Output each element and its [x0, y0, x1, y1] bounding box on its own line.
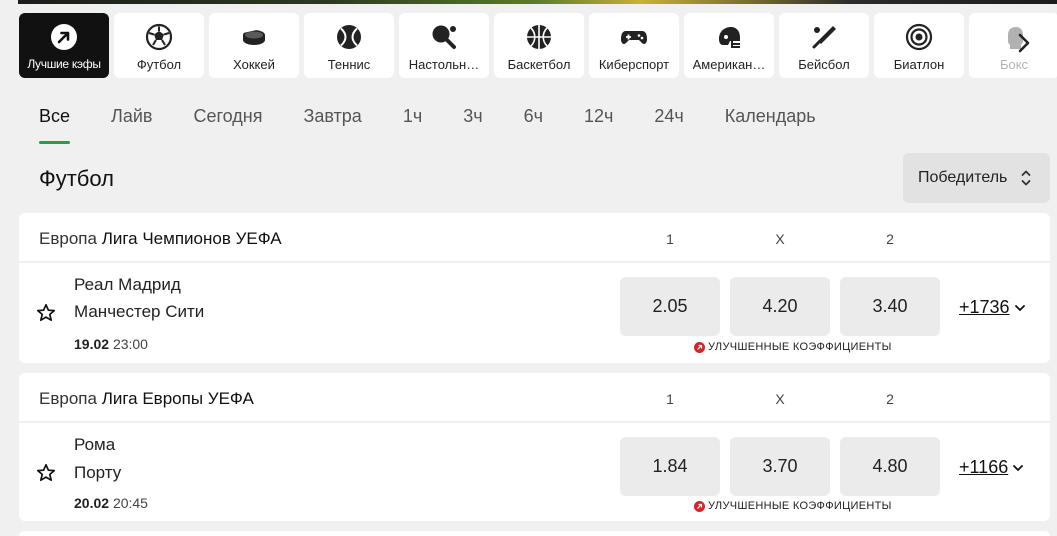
sport-label: Биатлон: [893, 57, 945, 72]
column-header-2: 2: [886, 231, 894, 247]
sport-label: Бейсбол: [798, 57, 850, 72]
column-header-2: 2: [886, 391, 894, 407]
sport-label: Киберспорт: [598, 57, 670, 72]
event-date: 20.02: [74, 495, 110, 511]
promo-banner-edge[interactable]: [18, 0, 1057, 4]
boost-label: УЛУЧШЕННЫЕ КОЭФФИЦИЕНТЫ: [708, 341, 892, 353]
sport-label: Баскетбол: [507, 57, 571, 72]
sport-tile-football[interactable]: Футбол: [114, 13, 204, 78]
odd-button-away[interactable]: 4.80: [840, 437, 940, 496]
star-icon[interactable]: [36, 463, 56, 483]
sport-tile-hockey[interactable]: Хоккей: [209, 13, 299, 78]
section-title: Футбол: [39, 166, 114, 191]
tab-1h[interactable]: 1ч: [403, 104, 422, 144]
tab-all[interactable]: Все: [39, 104, 71, 144]
sports-strip: Лучшие кэфы Футбол Хоккей Теннис Настоль…: [19, 13, 1057, 78]
sport-label: Лучшие кэфы: [27, 57, 101, 71]
more-markets-link[interactable]: +1166: [959, 457, 1024, 478]
table-tennis-icon: [429, 22, 459, 52]
hockey-puck-icon: [239, 22, 269, 52]
league-header: Европа Лига Европы УЕФА 1 X 2: [19, 373, 1050, 423]
tab-live[interactable]: Лайв: [111, 104, 152, 144]
sport-tile-best-odds[interactable]: Лучшие кэфы: [19, 13, 109, 78]
more-markets-count: +1736: [959, 297, 1010, 317]
market-select-value: Победитель: [918, 169, 1008, 186]
event-datetime: 20.02 20:45: [74, 495, 148, 511]
odd-button-home[interactable]: 2.05: [620, 277, 720, 336]
boost-label: УЛУЧШЕННЫЕ КОЭФФИЦИЕНТЫ: [708, 500, 892, 512]
home-team[interactable]: Рома: [74, 435, 115, 455]
soccer-ball-icon: [144, 22, 174, 52]
arrow-up-right-icon: [49, 22, 79, 52]
tab-12h[interactable]: 12ч: [584, 104, 613, 144]
chevron-down-icon: [1014, 297, 1026, 318]
tab-calendar[interactable]: Календарь: [725, 104, 816, 144]
sport-tile-baseball[interactable]: Бейсбол: [779, 13, 869, 78]
league-card: Европа Лига Европы УЕФА 1 X 2 Рома Порту…: [19, 373, 1050, 521]
sport-label: Хоккей: [233, 57, 275, 72]
tab-tomorrow[interactable]: Завтра: [303, 104, 361, 144]
league-region: Европа: [39, 229, 97, 248]
odd-button-away[interactable]: 3.40: [840, 277, 940, 336]
boosted-odds-badge: УЛУЧШЕННЫЕ КОЭФФИЦИЕНТЫ: [694, 341, 892, 353]
league-card-next: [19, 531, 1050, 536]
event-time: 23:00: [112, 336, 148, 352]
home-team[interactable]: Реал Мадрид: [74, 275, 181, 295]
league-competition: Лига Чемпионов УЕФА: [101, 229, 282, 248]
chevron-down-icon: [1012, 457, 1024, 478]
column-header-1: 1: [666, 231, 674, 247]
sport-tile-table-tennis[interactable]: Настольн…: [399, 13, 489, 78]
event-row[interactable]: Рома Порту 20.02 20:45 1.84 3.70 4.80 +1…: [19, 423, 1050, 521]
sport-label: Теннис: [327, 57, 371, 72]
chevron-right-icon: [1015, 32, 1033, 59]
column-header-x: X: [775, 231, 785, 247]
sport-tile-american-football[interactable]: Американ…: [684, 13, 774, 78]
league-region: Европа: [39, 389, 97, 408]
tennis-ball-icon: [334, 22, 364, 52]
league-name[interactable]: Европа Лига Чемпионов УЕФА: [39, 229, 282, 249]
gamepad-icon: [619, 22, 649, 52]
league-header: Европа Лига Чемпионов УЕФА 1 X 2: [19, 213, 1050, 263]
column-header-1: 1: [666, 391, 674, 407]
event-date: 19.02: [74, 336, 110, 352]
star-icon[interactable]: [36, 303, 56, 323]
event-time: 20:45: [112, 495, 148, 511]
target-icon: [904, 22, 934, 52]
sports-scroll-right-button[interactable]: [1009, 30, 1039, 60]
league-card: Европа Лига Чемпионов УЕФА 1 X 2 Реал Ма…: [19, 213, 1050, 363]
market-type-select[interactable]: Победитель: [903, 153, 1050, 203]
league-competition: Лига Европы УЕФА: [101, 389, 254, 408]
tab-3h[interactable]: 3ч: [463, 104, 482, 144]
chevron-up-down-icon: [1020, 168, 1032, 193]
odd-button-draw[interactable]: 3.70: [730, 437, 830, 496]
basketball-icon: [524, 22, 554, 52]
football-helmet-icon: [714, 22, 744, 52]
column-header-x: X: [775, 391, 785, 407]
time-filter-tabs: Все Лайв Сегодня Завтра 1ч 3ч 6ч 12ч 24ч…: [39, 104, 857, 144]
boosted-odds-badge: УЛУЧШЕННЫЕ КОЭФФИЦИЕНТЫ: [694, 500, 892, 512]
tab-today[interactable]: Сегодня: [193, 104, 262, 144]
boost-arrow-icon: [694, 500, 705, 512]
odd-button-home[interactable]: 1.84: [620, 437, 720, 496]
boost-arrow-icon: [694, 341, 705, 353]
more-markets-count: +1166: [959, 457, 1009, 477]
sport-label: Американ…: [692, 57, 766, 72]
tab-6h[interactable]: 6ч: [524, 104, 543, 144]
sport-label: Настольн…: [408, 57, 480, 72]
sport-tile-esports[interactable]: Киберспорт: [589, 13, 679, 78]
sport-tile-tennis[interactable]: Теннис: [304, 13, 394, 78]
tab-24h[interactable]: 24ч: [654, 104, 683, 144]
sport-tile-biathlon[interactable]: Биатлон: [874, 13, 964, 78]
sport-tile-basketball[interactable]: Баскетбол: [494, 13, 584, 78]
league-name[interactable]: Европа Лига Европы УЕФА: [39, 389, 254, 409]
more-markets-link[interactable]: +1736: [959, 297, 1026, 318]
away-team[interactable]: Манчестер Сити: [74, 302, 204, 322]
sport-label: Футбол: [136, 57, 182, 72]
away-team[interactable]: Порту: [74, 463, 121, 483]
event-datetime: 19.02 23:00: [74, 336, 148, 352]
odd-button-draw[interactable]: 4.20: [730, 277, 830, 336]
event-row[interactable]: Реал Мадрид Манчестер Сити 19.02 23:00 2…: [19, 263, 1050, 361]
baseball-bat-icon: [809, 22, 839, 52]
